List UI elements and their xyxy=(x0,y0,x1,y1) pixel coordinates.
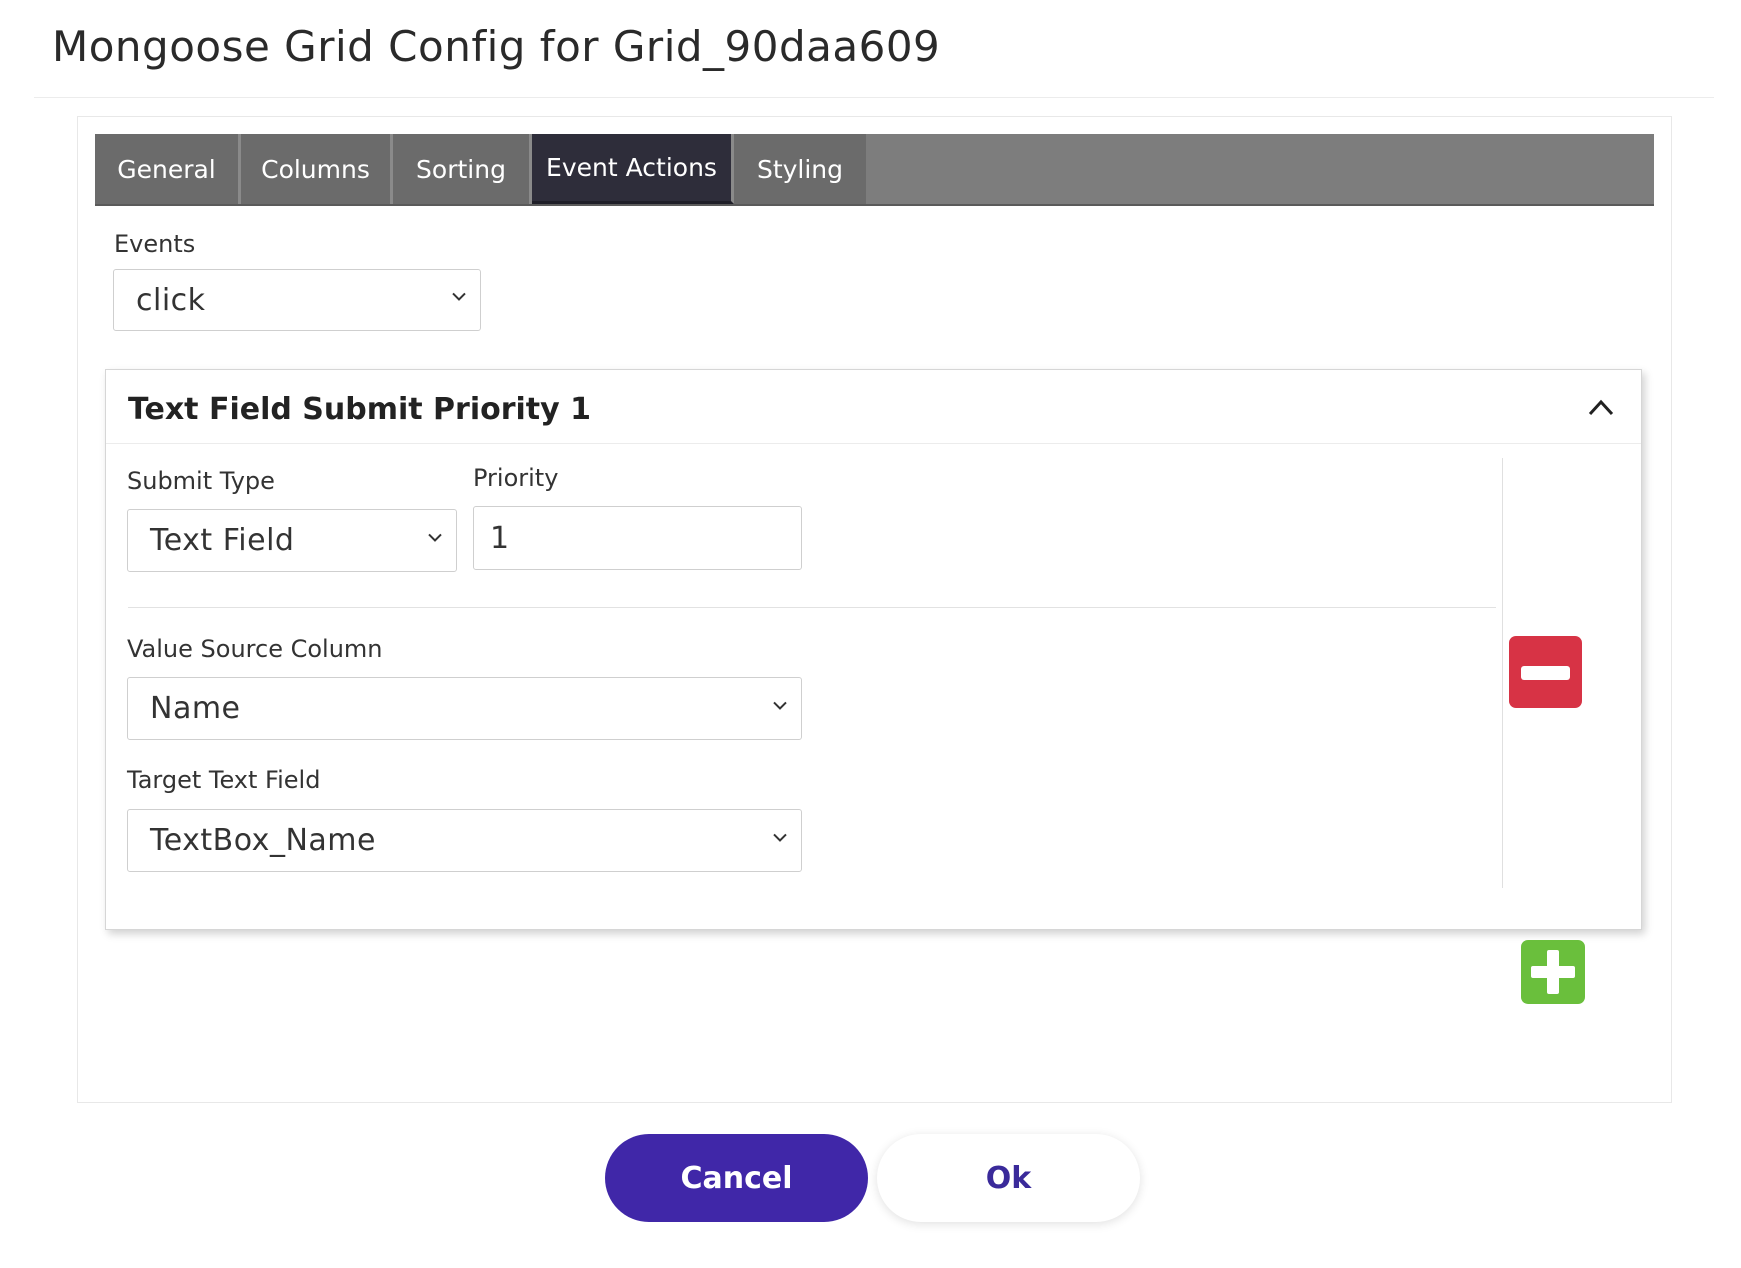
chevron-down-icon xyxy=(428,533,442,542)
chevron-down-icon xyxy=(452,292,466,301)
submit-type-select[interactable]: Text Field xyxy=(127,509,457,572)
card-vertical-divider xyxy=(1502,458,1503,888)
tab-bar: General Columns Sorting Event Actions St… xyxy=(95,134,1654,206)
add-action-button[interactable] xyxy=(1521,940,1585,1004)
tab-event-actions[interactable]: Event Actions xyxy=(532,134,734,204)
card-title: Text Field Submit Priority 1 xyxy=(128,392,592,427)
tab-general[interactable]: General xyxy=(95,134,241,204)
priority-label: Priority xyxy=(473,464,559,492)
page-title: Mongoose Grid Config for Grid_90daa609 xyxy=(52,22,941,71)
priority-value: 1 xyxy=(490,520,510,556)
value-source-column-value: Name xyxy=(150,691,241,726)
chevron-down-icon xyxy=(773,701,787,710)
card-horizontal-divider xyxy=(128,607,1496,608)
card-header[interactable]: Text Field Submit Priority 1 xyxy=(106,370,1641,444)
chevron-up-icon[interactable] xyxy=(1587,396,1615,418)
target-text-field-label: Target Text Field xyxy=(127,766,321,794)
dialog: Mongoose Grid Config for Grid_90daa609 G… xyxy=(0,0,1741,1268)
cancel-button[interactable]: Cancel xyxy=(605,1134,868,1222)
priority-input[interactable]: 1 xyxy=(473,506,802,570)
remove-action-button[interactable] xyxy=(1509,636,1582,708)
events-select[interactable]: click xyxy=(113,269,481,331)
plus-icon-vertical xyxy=(1547,950,1559,994)
tab-styling[interactable]: Styling xyxy=(734,134,866,204)
tab-sorting[interactable]: Sorting xyxy=(393,134,532,204)
submit-type-value: Text Field xyxy=(150,523,295,558)
tab-columns[interactable]: Columns xyxy=(241,134,393,204)
ok-button[interactable]: Ok xyxy=(877,1134,1140,1222)
chevron-down-icon xyxy=(773,833,787,842)
minus-icon xyxy=(1521,666,1570,680)
target-text-field-value: TextBox_Name xyxy=(150,823,376,858)
value-source-column-label: Value Source Column xyxy=(127,635,383,663)
value-source-column-select[interactable]: Name xyxy=(127,677,802,740)
title-divider xyxy=(34,97,1714,98)
submit-type-label: Submit Type xyxy=(127,467,275,495)
target-text-field-select[interactable]: TextBox_Name xyxy=(127,809,802,872)
events-label: Events xyxy=(114,230,196,258)
events-selected-value: click xyxy=(136,282,206,318)
